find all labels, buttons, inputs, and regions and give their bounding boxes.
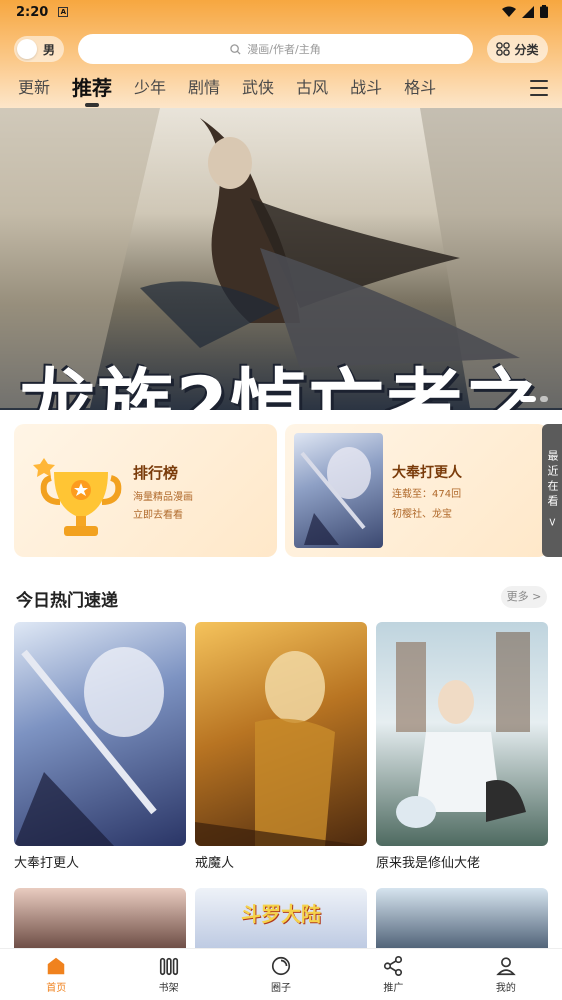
recent-read-card[interactable]: 大奉打更人 连载至：474回 初樱社、龙宝 — [285, 424, 548, 557]
recent-comic-title: 大奉打更人 — [392, 465, 462, 481]
ranking-title: 排行榜 — [133, 464, 179, 482]
banner-title: 龙族2悼亡者之瞳 — [19, 360, 543, 410]
user-icon — [496, 957, 516, 976]
hero-banner[interactable]: 龙族2悼亡者之瞳 — [0, 108, 562, 410]
recent-comic-episode: 连载至：474回 — [392, 489, 462, 500]
category-tabs: 更新 推荐 少年 剧情 武侠 古风 战斗 格斗 — [0, 72, 562, 104]
section-title: 今日热门速递 — [16, 591, 118, 611]
category-button[interactable]: 分类 — [487, 35, 548, 63]
comic-card[interactable]: 原来我是修仙大佬 — [376, 622, 548, 871]
wifi-icon — [502, 6, 516, 17]
gender-toggle[interactable]: 男 — [14, 36, 64, 62]
comic-cover — [14, 622, 186, 846]
gender-label: 男 — [43, 42, 56, 57]
ranking-subtitle: 海量精品漫画 — [133, 492, 193, 503]
tab-ancient[interactable]: 古风 — [296, 73, 328, 103]
nav-promote-label: 推广 — [383, 983, 404, 994]
comic-cover — [376, 622, 548, 846]
nav-bookshelf-label: 书架 — [158, 983, 179, 994]
nav-circle-label: 圈子 — [271, 983, 292, 994]
tab-battle[interactable]: 战斗 — [350, 73, 382, 103]
toggle-knob — [17, 39, 37, 59]
nav-promote[interactable]: 推广 — [337, 949, 449, 1000]
recent-comic-cover — [294, 433, 383, 548]
battery-icon — [540, 5, 548, 18]
tab-update[interactable]: 更新 — [18, 73, 50, 103]
search-placeholder: 漫画/作者/主角 — [247, 43, 321, 56]
nav-home-label: 首页 — [46, 983, 67, 994]
ranking-cta: 立即去看看 — [133, 510, 183, 521]
tab-drama[interactable]: 剧情 — [188, 73, 220, 103]
recent-reading-tab[interactable]: 最近在看 > — [542, 424, 562, 557]
grid-icon — [496, 42, 511, 56]
comic-title: 大奉打更人 — [14, 856, 80, 871]
comic-title: 原来我是修仙大佬 — [376, 856, 481, 871]
banner-pagination — [520, 396, 548, 402]
circle-icon — [271, 956, 291, 976]
share-icon — [384, 956, 403, 976]
tab-shounen[interactable]: 少年 — [134, 73, 166, 103]
nav-me[interactable]: 我的 — [450, 949, 562, 1000]
tab-recommend[interactable]: 推荐 — [72, 73, 112, 103]
comic-title: 戒魔人 — [195, 856, 235, 871]
home-icon — [47, 957, 65, 975]
more-button[interactable]: 更多 > — [501, 586, 547, 608]
trophy-icon — [33, 458, 122, 536]
ranking-card[interactable]: 排行榜 海量精品漫画 立即去看看 — [14, 424, 277, 557]
bookshelf-icon — [159, 957, 178, 976]
tab-wuxia[interactable]: 武侠 — [242, 73, 274, 103]
signal-icon — [522, 5, 534, 18]
recent-comic-publisher: 初樱社、龙宝 — [392, 509, 452, 520]
bottom-nav: 首页 书架 圈子 推广 我的 — [0, 948, 562, 1000]
status-bar: 2:20 A — [0, 0, 562, 24]
tab-fighting[interactable]: 格斗 — [404, 73, 436, 103]
comic-cover — [195, 622, 367, 846]
comic-card[interactable]: 戒魔人 — [195, 622, 367, 871]
app-notification-icon: A — [58, 7, 69, 17]
nav-bookshelf[interactable]: 书架 — [112, 949, 224, 1000]
nav-circle[interactable]: 圈子 — [225, 949, 337, 1000]
search-input[interactable]: 漫画/作者/主角 — [78, 34, 473, 64]
category-label: 分类 — [514, 42, 539, 57]
nav-home[interactable]: 首页 — [0, 949, 112, 1000]
search-icon — [230, 43, 241, 55]
nav-me-label: 我的 — [495, 983, 516, 994]
comic-card[interactable]: 大奉打更人 — [14, 622, 186, 871]
status-time: 2:20 — [16, 4, 49, 20]
menu-icon[interactable] — [530, 80, 548, 96]
comic-cover-title: 斗罗大陆 — [241, 902, 321, 926]
